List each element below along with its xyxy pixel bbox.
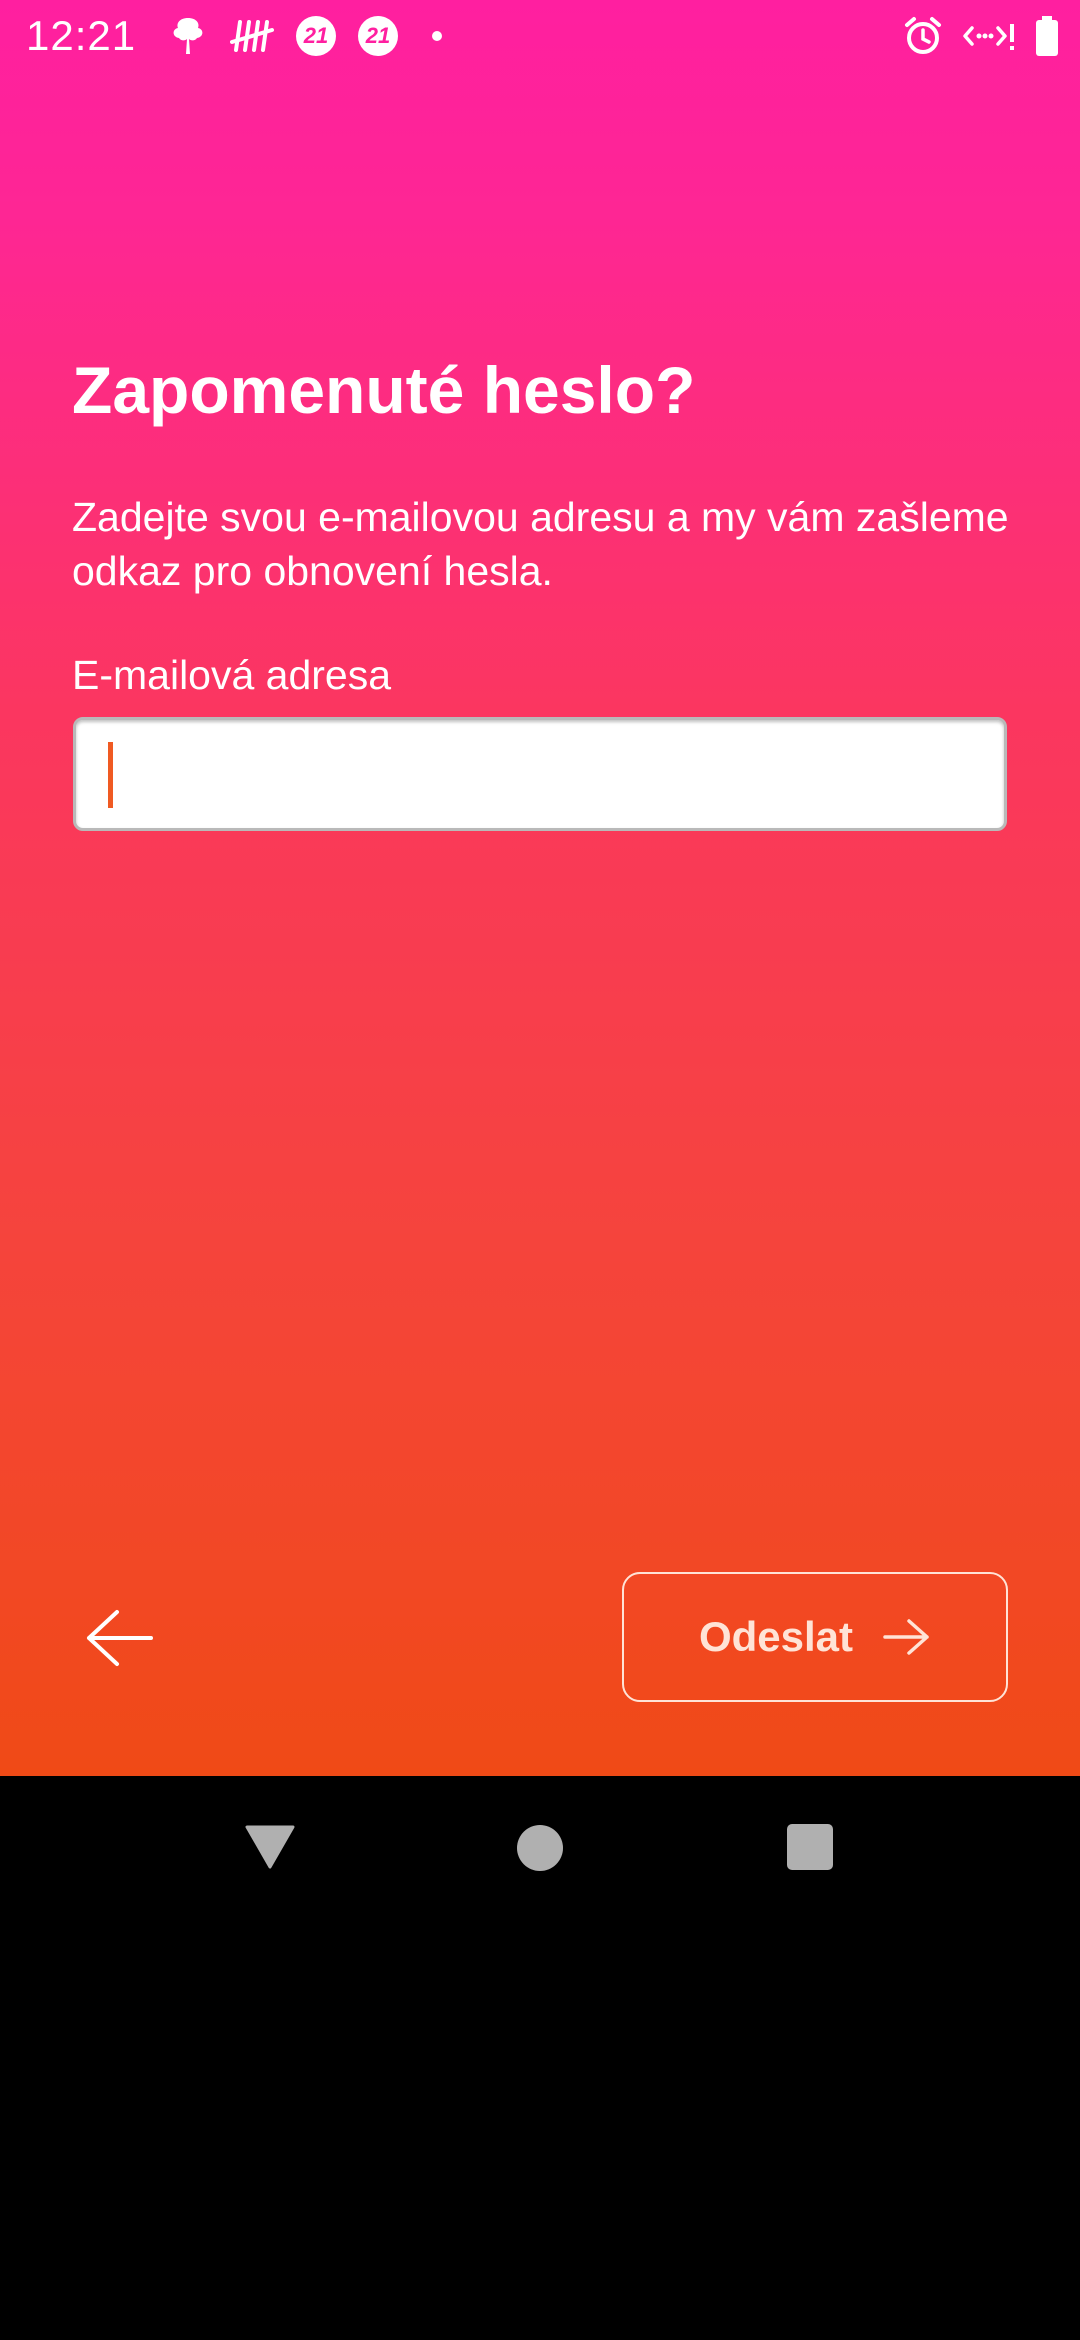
battery-icon: [1034, 14, 1060, 58]
status-bar: 12:21 21 21: [0, 0, 1080, 72]
alarm-icon: [902, 15, 944, 57]
nav-recents-button[interactable]: [787, 1824, 833, 1870]
submit-button-label: Odeslat: [698, 1613, 854, 1660]
badge-21-icon: 21: [358, 16, 398, 56]
arrow-left-icon: [87, 1610, 153, 1666]
tree-notification-icon: [168, 14, 208, 58]
tally-notification-icon: [230, 16, 274, 56]
data-saver-icon: [962, 16, 1016, 56]
submit-button[interactable]: Odeslat: [622, 1572, 1008, 1702]
dot-icon: [432, 31, 442, 41]
nav-back-button[interactable]: [244, 1824, 296, 1875]
back-triangle-icon: [245, 1825, 295, 1869]
arrow-right-icon: [883, 1619, 929, 1655]
email-input[interactable]: [73, 717, 1007, 831]
back-button[interactable]: [82, 1600, 158, 1676]
text-caret: [108, 742, 113, 808]
system-navigation-bar: [0, 1776, 1080, 1920]
badge-21-icon: 21: [296, 16, 336, 56]
status-time: 12:21: [26, 12, 137, 59]
status-system-icons: [902, 12, 1060, 60]
page-description: Zadejte svou e-mailovou adresu a my vám …: [72, 494, 1009, 594]
forgot-password-screen: 12:21 21 21 Zapomenuté heslo? Zadejte sv…: [0, 0, 1080, 1776]
email-field-label: E-mailová adresa: [72, 652, 392, 698]
page-title: Zapomenuté heslo?: [72, 353, 696, 427]
status-notification-icons: 21 21: [168, 12, 442, 60]
nav-home-button[interactable]: [517, 1825, 563, 1871]
